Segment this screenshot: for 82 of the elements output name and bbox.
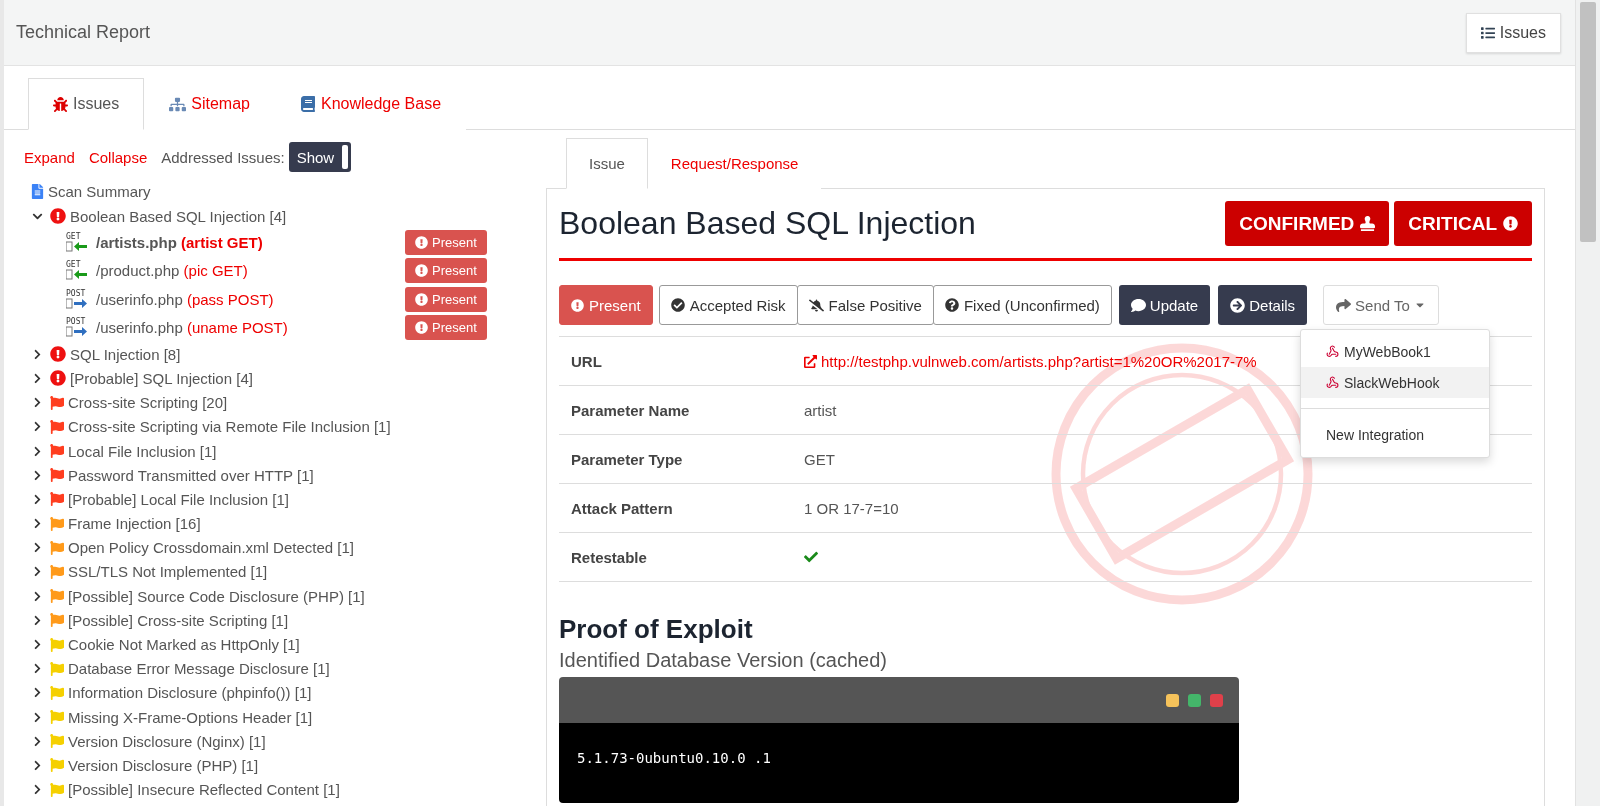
tree-item[interactable]: SSL/TLS Not Implemented [1] [68, 563, 268, 581]
status-badge: Present [405, 229, 487, 255]
tree-item[interactable]: Password Transmitted over HTTP [1] [68, 466, 314, 484]
status-badge: Present [405, 315, 487, 341]
scan-summary-link[interactable]: Scan Summary [30, 183, 544, 200]
status-button[interactable]: Present [559, 285, 653, 325]
webhook-icon [1326, 345, 1339, 358]
confirmed-badge: CONFIRMED [1225, 201, 1390, 246]
addressed-issues-label: Addressed Issues: [161, 148, 285, 166]
method-label: POST [66, 318, 86, 327]
book-icon [299, 96, 316, 112]
tree-item[interactable]: [Probable] Local File Inclusion [1] [68, 490, 289, 508]
status-button[interactable]: Accepted Risk [658, 285, 798, 325]
severity-badge: CRITICAL [1394, 201, 1532, 246]
field-name: Retestable [570, 548, 648, 566]
tab[interactable]: Issue [566, 138, 648, 189]
exclamation-icon [571, 298, 584, 312]
request-arrow-icon [66, 240, 88, 252]
external-link-icon [804, 354, 817, 368]
field-value: 1 OR 17-7=10 [804, 499, 899, 517]
field-value: artist [804, 401, 837, 419]
share-icon [1336, 297, 1352, 313]
integration-menu-item[interactable]: MyWebBook1 [1301, 336, 1489, 367]
field-value: GET [804, 450, 835, 468]
issue-instance-link[interactable]: /userinfo.php (pass POST) [96, 290, 405, 308]
tree-item[interactable]: SQL Injection [8] [70, 345, 181, 363]
bug-icon [53, 96, 68, 112]
status-button[interactable]: Fixed (Unconfirmed) [932, 285, 1112, 325]
details-button[interactable]: Details [1218, 285, 1308, 325]
tree-item[interactable]: Missing X-Frame-Options Header [1] [68, 708, 313, 726]
send-to-button[interactable]: Send To [1323, 285, 1439, 325]
method-label: GET [66, 261, 81, 270]
field-name: Parameter Name [570, 401, 691, 419]
document-icon [30, 184, 45, 199]
tree-item[interactable]: Information Disclosure (phpinfo()) [1] [68, 684, 312, 702]
tab[interactable]: Issues [28, 78, 145, 130]
issue-instance-link[interactable]: /product.php (pic GET) [96, 262, 405, 280]
proof-heading: Proof of Exploit [559, 614, 754, 645]
tree-item[interactable]: Open Policy Crossdomain.xml Detected [1] [68, 539, 354, 557]
integration-menu-item[interactable]: SlackWebHook [1301, 367, 1489, 398]
issue-instance-link[interactable]: /userinfo.php (uname POST) [96, 319, 405, 337]
tree-item[interactable]: [Possible] Source Code Disclosure (PHP) [1] [68, 587, 365, 605]
webhook-icon [1326, 376, 1339, 389]
status-badge: Present [405, 286, 487, 312]
bell-slash-icon [808, 297, 824, 313]
tree-item[interactable]: Boolean Based SQL Injection [4] [70, 207, 287, 225]
status-badge: Present [405, 258, 487, 284]
field-name: Attack Pattern [570, 499, 674, 517]
expand-link[interactable]: Expand [24, 148, 75, 166]
field-name: Parameter Type [570, 450, 684, 468]
status-button[interactable]: False Positive [796, 285, 934, 325]
tree-item[interactable]: [Possible] Insecure Reflected Content [1] [68, 781, 340, 799]
tree-item[interactable]: Cross-site Scripting [20] [68, 394, 228, 412]
request-arrow-icon [66, 269, 88, 281]
tree-item[interactable]: Cookie Not Marked as HttpOnly [1] [68, 636, 300, 654]
field-name: URL [570, 352, 603, 370]
method-label: POST [66, 289, 86, 298]
issue-instance-link[interactable]: /artists.php (artist GET) [96, 233, 405, 251]
page-title: Technical Report [16, 22, 151, 43]
url-link[interactable]: http://testphp.vulnweb.com/artists.php?artist=1%20OR%2017-7% [804, 352, 1257, 370]
tree-item[interactable]: Frame Injection [16] [68, 515, 201, 533]
tree-item[interactable]: [Possible] Cross-site Scripting [1] [68, 611, 289, 629]
issues-button[interactable]: Issues [1465, 12, 1561, 53]
tree-item[interactable]: Database Error Message Disclosure [1] [68, 660, 330, 678]
tree-item[interactable]: [Probable] SQL Injection [4] [70, 369, 253, 387]
proof-subtitle: Identified Database Version (cached) [559, 649, 888, 672]
tree-item[interactable]: Version Disclosure (PHP) [1] [68, 756, 259, 774]
terminal-output: 5.1.73-0ubuntu0.10.0 .1 [577, 750, 771, 766]
request-arrow-icon [66, 326, 88, 338]
list-icon [1480, 25, 1495, 40]
update-button[interactable]: Update [1118, 285, 1211, 325]
new-integration-menu-item[interactable]: New Integration [1301, 419, 1489, 451]
sitemap-icon [169, 95, 187, 113]
request-arrow-icon [66, 297, 88, 309]
tree-item[interactable]: Local File Inclusion [1] [68, 442, 217, 460]
method-label: GET [66, 232, 81, 241]
collapse-link[interactable]: Collapse [88, 148, 148, 166]
show-toggle[interactable]: Show [288, 142, 352, 172]
issue-title: Boolean Based SQL Injection [559, 205, 976, 242]
tree-item[interactable]: Version Disclosure (Nginx) [1] [68, 732, 266, 750]
comment-icon [1130, 297, 1146, 313]
tree-item[interactable]: Cross-site Scripting via Remote File Inclusion [1] [68, 418, 391, 436]
